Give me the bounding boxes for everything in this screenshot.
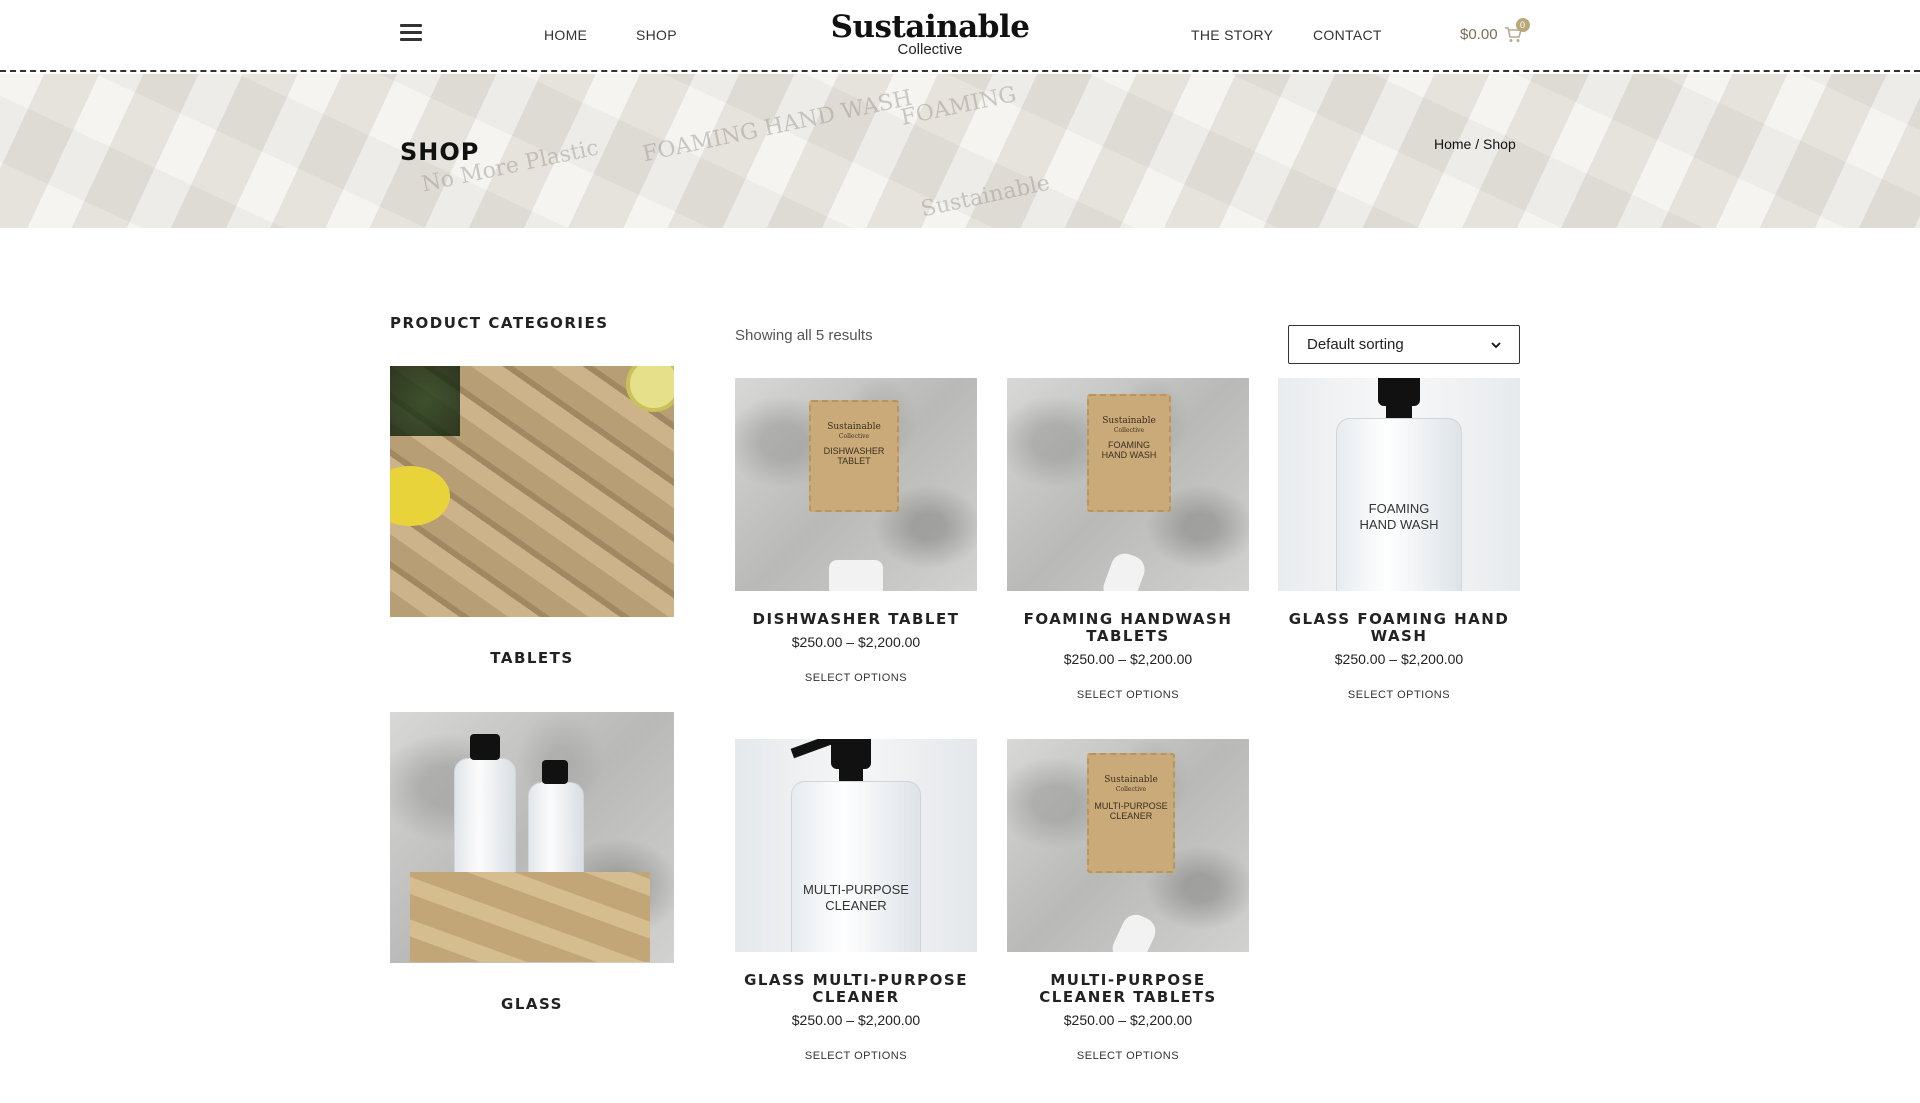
product-image[interactable]: Sustainable Collective MULTI-PURPOSE CLE… <box>1007 739 1249 952</box>
image-text: TABLET <box>837 456 871 466</box>
product-card-glass-multi-purpose-cleaner: MULTI-PURPOSE CLEANER GLASS MULTI-PURPOS… <box>735 739 977 1064</box>
product-name[interactable]: DISHWASHER TABLET <box>735 611 977 628</box>
image-text: Sustainable <box>827 422 881 432</box>
image-text: CLEANER <box>825 898 887 913</box>
page-title: SHOP <box>400 138 480 166</box>
image-text: Sustainable <box>1104 775 1158 785</box>
product-image[interactable]: Sustainable Collective FOAMING HAND WASH <box>1007 378 1249 591</box>
cart-total: $0.00 <box>1460 26 1498 43</box>
category-glass[interactable]: GLASS <box>390 712 674 1013</box>
select-options-button[interactable]: SELECT OPTIONS <box>1077 1050 1179 1062</box>
image-text: MULTI-PURPOSE <box>803 882 909 897</box>
breadcrumb-separator: / <box>1471 136 1484 152</box>
product-price: $250.00 – $2,200.00 <box>791 1012 921 1028</box>
image-text: Collective <box>1115 786 1147 793</box>
product-image[interactable]: Sustainable Collective DISHWASHER TABLET <box>735 378 977 591</box>
image-text: HAND WASH <box>1101 450 1157 460</box>
breadcrumb-home[interactable]: Home <box>1434 136 1471 152</box>
sidebar-title: PRODUCT CATEGORIES <box>390 314 609 332</box>
category-image <box>390 366 674 617</box>
result-count: Showing all 5 results <box>735 327 873 344</box>
nav-shop[interactable]: SHOP <box>636 27 677 43</box>
product-image[interactable]: FOAMING HAND WASH <box>1278 378 1520 591</box>
breadcrumb-current: Shop <box>1483 136 1516 152</box>
chevron-down-icon <box>1491 336 1501 353</box>
product-card-foaming-handwash-tablets: Sustainable Collective FOAMING HAND WASH… <box>1007 378 1249 703</box>
product-name[interactable]: GLASS FOAMING HAND WASH <box>1278 611 1520 645</box>
product-name[interactable]: FOAMING HANDWASH TABLETS <box>1007 611 1249 645</box>
product-price: $250.00 – $2,200.00 <box>1063 651 1193 667</box>
banner-background-image: Sustainable <box>918 170 1053 223</box>
page-banner: FOAMING HAND WASH FOAMING No More Plasti… <box>0 74 1920 228</box>
sort-dropdown[interactable]: Default sorting <box>1288 325 1520 364</box>
product-card-glass-foaming-hand-wash: FOAMING HAND WASH GLASS FOAMING HAND WAS… <box>1278 378 1520 703</box>
nav-contact[interactable]: CONTACT <box>1313 27 1382 43</box>
breadcrumb: Home / Shop <box>1434 136 1516 152</box>
image-text: MULTI-PURPOSE <box>1094 801 1168 811</box>
image-text: CLEANER <box>1109 811 1153 821</box>
image-text: Collective <box>838 433 870 440</box>
image-text: FOAMING <box>1368 501 1430 516</box>
category-tablets[interactable]: TABLETS <box>390 366 674 667</box>
banner-background-image: FOAMING HAND WASH <box>640 85 915 168</box>
select-options-button[interactable]: SELECT OPTIONS <box>805 1050 907 1062</box>
hamburger-menu-icon[interactable] <box>400 24 422 42</box>
select-options-button[interactable]: SELECT OPTIONS <box>1348 689 1450 701</box>
site-logo[interactable]: Sustainable Collective <box>830 10 1030 58</box>
site-header: HOME SHOP Sustainable Collective THE STO… <box>0 0 1920 72</box>
product-image[interactable]: MULTI-PURPOSE CLEANER <box>735 739 977 952</box>
image-text: HAND WASH <box>1359 517 1439 532</box>
logo-main-text: Sustainable <box>830 9 1030 45</box>
product-price: $250.00 – $2,200.00 <box>1063 1012 1193 1028</box>
category-image <box>390 712 674 963</box>
nav-the-story[interactable]: THE STORY <box>1191 27 1273 43</box>
cart-count-badge: 0 <box>1515 17 1530 32</box>
nav-home[interactable]: HOME <box>544 27 587 43</box>
image-text: Sustainable <box>1102 416 1156 426</box>
product-card-dishwasher-tablet: Sustainable Collective DISHWASHER TABLET… <box>735 378 977 686</box>
image-text: FOAMING <box>1108 440 1150 450</box>
product-price: $250.00 – $2,200.00 <box>1334 651 1464 667</box>
sort-selected-value: Default sorting <box>1307 336 1404 353</box>
cart-link[interactable]: $0.00 0 <box>1460 17 1530 43</box>
product-name[interactable]: GLASS MULTI-PURPOSE CLEANER <box>735 972 977 1006</box>
select-options-button[interactable]: SELECT OPTIONS <box>805 672 907 684</box>
image-text: Collective <box>1113 427 1145 434</box>
category-label: GLASS <box>501 995 563 1013</box>
banner-background-image: FOAMING <box>898 82 1019 131</box>
product-card-multi-purpose-cleaner-tablets: Sustainable Collective MULTI-PURPOSE CLE… <box>1007 739 1249 1064</box>
category-label: TABLETS <box>490 649 574 667</box>
shopping-cart-icon: 0 <box>1504 17 1530 43</box>
product-name[interactable]: MULTI-PURPOSE CLEANER TABLETS <box>1007 972 1249 1006</box>
product-price: $250.00 – $2,200.00 <box>791 634 921 650</box>
image-text: DISHWASHER <box>823 446 885 456</box>
select-options-button[interactable]: SELECT OPTIONS <box>1077 689 1179 701</box>
